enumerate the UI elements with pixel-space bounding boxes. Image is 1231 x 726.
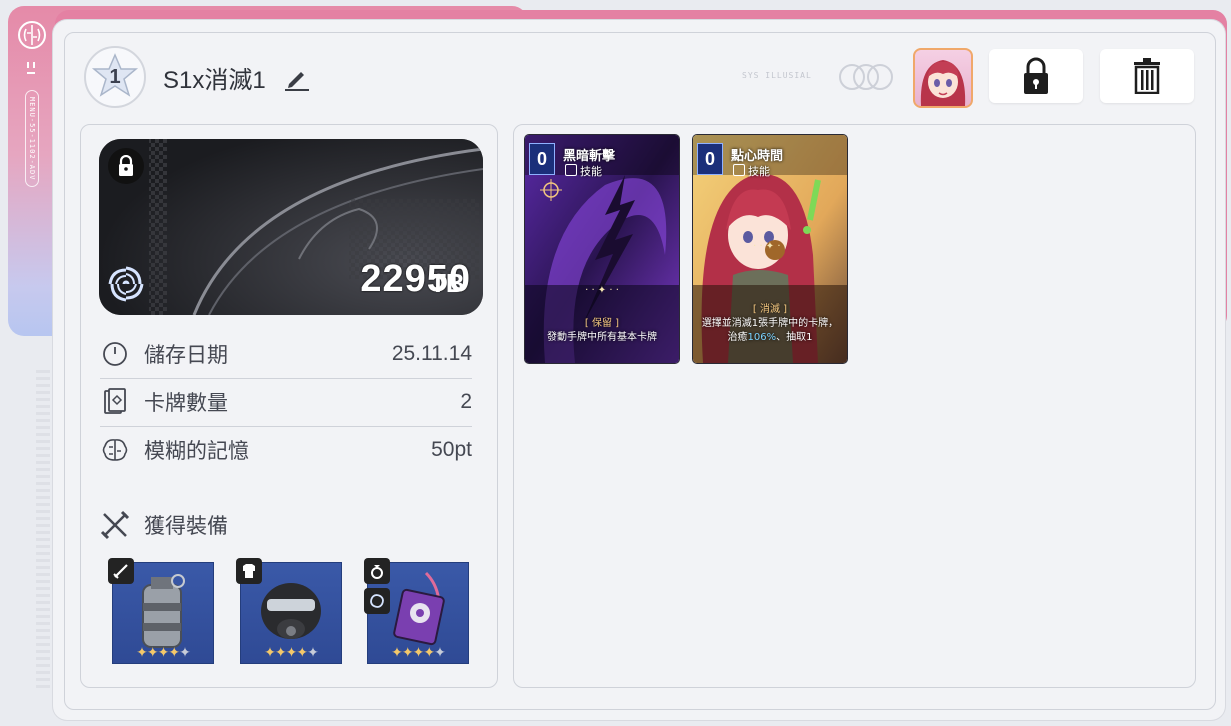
star-rating: ✦✦✦✦✦ <box>391 645 446 661</box>
swirl-icon <box>364 588 390 614</box>
star-rating: ✦✦✦✦✦ <box>264 645 319 661</box>
sparkle-divider: · · ✦ · · <box>585 285 619 296</box>
card-keyword: [ 消滅 ] <box>752 304 788 315</box>
header-deco-text: SYS ILLUSIAL <box>742 71 812 80</box>
delete-button[interactable] <box>1100 49 1194 103</box>
character-portrait-icon <box>920 60 966 106</box>
avatar[interactable] <box>913 48 973 108</box>
armor-icon <box>236 558 262 584</box>
card-desc-text: 發動手牌中所有基本卡牌 <box>547 332 657 343</box>
dots-icon <box>27 62 35 74</box>
brain-icon <box>100 435 130 465</box>
stat-card-count: 卡牌數量 2 <box>100 378 472 427</box>
card-desc-post: 、抽取1 <box>776 332 813 343</box>
pencil-icon[interactable] <box>283 64 311 92</box>
card-name: 黑暗斬擊 <box>563 149 616 164</box>
card-description: [ 消滅 ] 選擇並消滅1張手牌中的卡牌，治癒106%、抽取1 <box>697 303 843 345</box>
card-desc-number: 106% <box>747 332 777 343</box>
rank-badge: 1 <box>84 46 146 108</box>
skill-type-icon <box>565 164 577 176</box>
side-vertical-text: MENU-55-1102-ADV <box>25 90 39 188</box>
card-name: 點心時間 <box>731 149 784 164</box>
card-icon <box>100 387 130 417</box>
trash-icon <box>1134 58 1160 94</box>
swirl-icon <box>108 266 144 302</box>
stat-value: 50pt <box>431 438 472 461</box>
storage-unit: TB <box>430 268 465 298</box>
card-description: [ 保留 ] 發動手牌中所有基本卡牌 <box>529 317 675 345</box>
sparkle-divider: · · ✦ · · <box>753 241 787 252</box>
skill-card[interactable]: 0 點心時間 技能 · · ✦ · · [ 消滅 ] 選擇並消滅1張手牌中的卡牌… <box>692 134 848 364</box>
skill-card[interactable]: 0 黑暗斬擊 技能 · · ✦ · · [ 保留 ] 發動手牌中所有基本卡牌 <box>524 134 680 364</box>
card-type: 技能 <box>733 163 770 179</box>
equipment-title-label: 獲得裝備 <box>144 514 228 538</box>
ring-icon <box>364 558 390 584</box>
rings-icon <box>839 64 893 90</box>
left-rail <box>36 370 50 690</box>
stat-label: 卡牌數量 <box>144 391 228 415</box>
stat-memory: 模糊的記憶 50pt <box>100 426 472 474</box>
card-cost: 0 <box>697 143 723 175</box>
star-rating: ✦✦✦✦✦ <box>136 645 191 661</box>
crossed-swords-icon <box>100 510 130 540</box>
stat-label: 模糊的記憶 <box>144 439 249 463</box>
stat-value: 25.11.14 <box>391 342 472 365</box>
save-lock-icon[interactable] <box>108 148 144 184</box>
card-type: 技能 <box>565 163 602 179</box>
card-keyword: [ 保留 ] <box>584 318 620 329</box>
brain-icon <box>18 21 46 49</box>
equipment-title: 獲得裝備 <box>100 510 228 540</box>
rank-number: 1 <box>109 65 121 88</box>
card-desc-text: 選擇並消滅1張手牌中的卡牌，治癒106%、抽取1 <box>697 317 843 345</box>
card-cost: 0 <box>529 143 555 175</box>
stat-value: 2 <box>460 390 472 413</box>
card-type-label: 技能 <box>748 165 770 178</box>
deck-title: S1x消滅1 <box>163 67 266 94</box>
side-decoration: MENU-55-1102-ADV <box>14 20 50 320</box>
weapon-icon <box>108 558 134 584</box>
stat-label: 儲存日期 <box>144 343 228 367</box>
card-type-label: 技能 <box>580 165 602 178</box>
skill-type-icon <box>733 164 745 176</box>
clock-icon <box>100 339 130 369</box>
stat-save-date: 儲存日期 25.11.14 <box>100 330 472 379</box>
lock-button[interactable] <box>989 49 1083 103</box>
lock-icon <box>1024 57 1048 94</box>
